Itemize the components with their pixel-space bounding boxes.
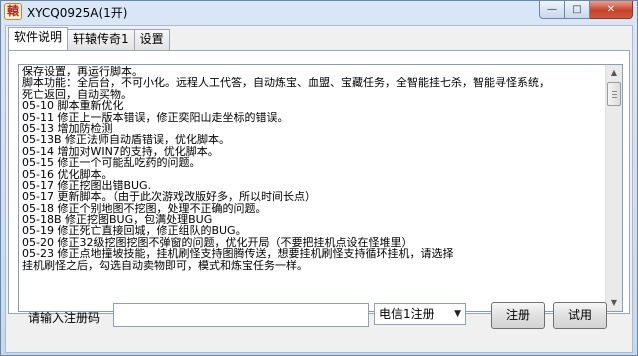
- notes-textbox[interactable]: 保存设置，再运行脚本。 脚本功能：全后台，不可小化。远程人工代答，自动炼宝、血盟…: [18, 64, 623, 312]
- main-window: 轅 XYCQ0925A(1开) — □ ✕ 软件说明 轩辕传奇1 设置 保存设置…: [0, 0, 638, 356]
- app-icon: 轅: [4, 3, 22, 20]
- notes-line: 05-11 修正上一版本错误，修正奕阳山走坐标的错误。: [22, 111, 289, 123]
- notes-line: 05-17 更新脚本。（由于此次游戏改版好多，所以时间长点）: [22, 191, 316, 203]
- notes-line: 05-17 修正挖图出错BUG.: [22, 179, 152, 192]
- maximize-button[interactable]: □: [565, 1, 590, 19]
- dropdown-arrow-icon: ▼: [454, 309, 461, 319]
- tab-bar: 软件说明 轩辕传奇1 设置: [8, 27, 170, 50]
- scroll-thumb[interactable]: [607, 82, 621, 106]
- notes-line: 保存设置，再运行脚本。: [22, 66, 143, 78]
- notes-line: 05-14 增加对WIN7的支持，优化脚本。: [22, 145, 219, 158]
- client-area: 软件说明 轩辕传奇1 设置 保存设置，再运行脚本。 脚本功能：全后台，不可小化。…: [5, 25, 633, 353]
- notes-line: 05-23 修正点地撞坡技能，挂机刷怪支持图腾传送，想要挂机刷怪支持循环挂机，请…: [22, 248, 454, 260]
- notes-line: 05-13B 修正法师自动盾错误，优化脚本。: [22, 134, 231, 146]
- isp-select[interactable]: 电信1注册 ▼: [374, 303, 466, 325]
- notes-line: 挂机刷怪之后，勾选自动卖物即可，模式和炼宝任务一样。: [22, 259, 308, 272]
- notes-line: 脚本功能：全后台，不可小化。远程人工代答，自动炼宝、血盟、宝藏任务，全智能挂七杀…: [22, 77, 550, 89]
- minimize-button[interactable]: —: [539, 1, 565, 19]
- vertical-scrollbar[interactable]: ▲ ▼: [605, 65, 622, 311]
- notes-line: 05-10 脚本重新优化: [22, 100, 124, 112]
- window-title: XYCQ0925A(1开): [27, 6, 128, 20]
- notes-line: 05-18 修正个别地图不挖图，处理不正确的问题。: [22, 202, 267, 215]
- caption-buttons: — □ ✕: [539, 1, 633, 19]
- notes-line: 05-18B 修正挖图BUG，包满处理BUG: [22, 214, 213, 226]
- scroll-up-arrow-icon[interactable]: ▲: [606, 65, 622, 81]
- registration-code-label: 请输入注册码: [28, 311, 101, 325]
- grip-line: [612, 97, 617, 98]
- grip-line: [612, 94, 617, 95]
- title-bar[interactable]: 轅 XYCQ0925A(1开) — □ ✕: [1, 1, 637, 23]
- notes-line: 05-13 增加防检测: [22, 122, 113, 135]
- trial-button[interactable]: 试用: [553, 302, 607, 329]
- notes-line: 05-16 优化脚本。: [22, 168, 113, 180]
- register-button[interactable]: 注册: [491, 302, 545, 329]
- notes-line: 05-15 修正一个可能乱吃药的问题。: [22, 157, 201, 169]
- notes-line: 死亡返回，自动买物。: [22, 88, 132, 101]
- isp-selected-value: 电信1注册: [379, 307, 435, 321]
- notes-lines: 保存设置，再运行脚本。 脚本功能：全后台，不可小化。远程人工代答，自动炼宝、血盟…: [22, 66, 604, 271]
- registration-code-input[interactable]: [113, 303, 369, 327]
- tab-panel: 保存设置，再运行脚本。 脚本功能：全后台，不可小化。远程人工代答，自动炼宝、血盟…: [8, 50, 630, 314]
- scroll-down-arrow-icon[interactable]: ▼: [606, 295, 622, 311]
- close-button[interactable]: ✕: [590, 1, 633, 19]
- notes-line: 05-20 修正32级挖图挖图不弹窗的问题，优化开局（不要把挂机点设在怪堆里）: [22, 236, 413, 249]
- tab-xuanyuan-legend[interactable]: 轩辕传奇1: [67, 29, 135, 50]
- grip-line: [612, 91, 617, 92]
- tab-settings[interactable]: 设置: [133, 29, 170, 50]
- tab-software-notes[interactable]: 软件说明: [8, 27, 69, 50]
- notes-line: 05-19 修正死亡直接回城，修正组队的BUG。: [22, 225, 247, 237]
